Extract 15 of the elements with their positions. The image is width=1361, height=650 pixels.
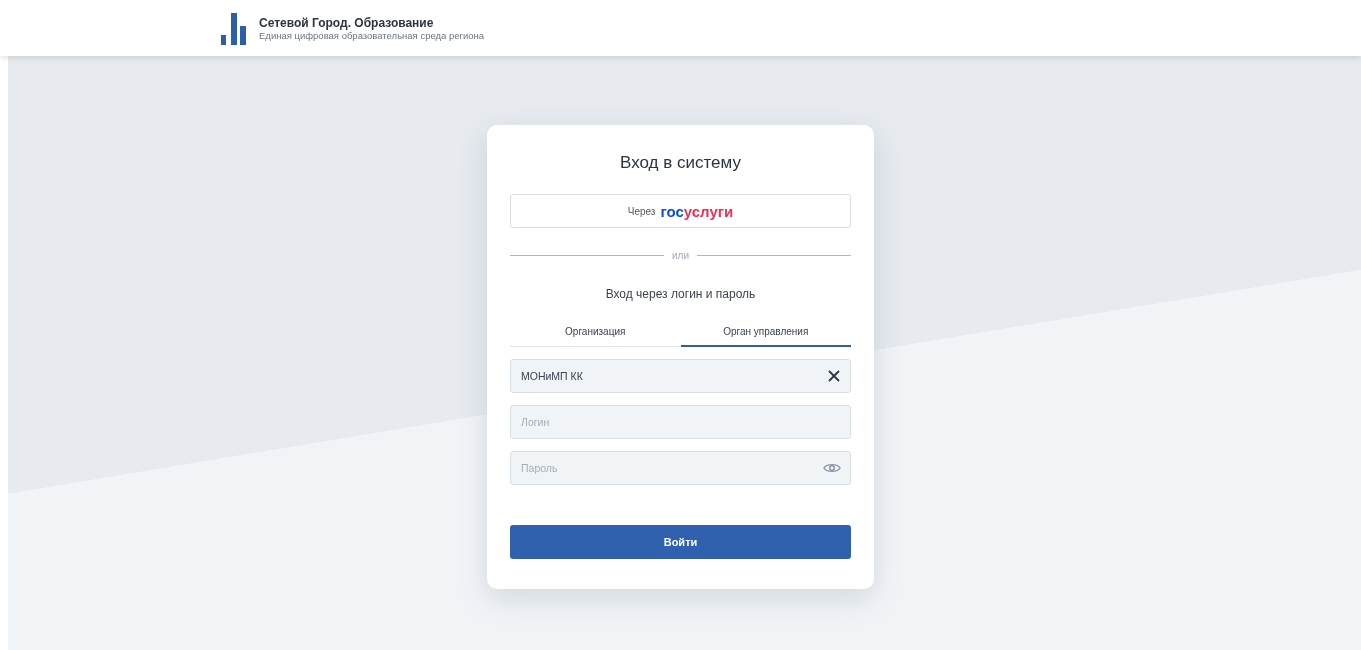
close-icon[interactable] bbox=[828, 370, 840, 382]
password-field[interactable]: Пароль bbox=[510, 451, 851, 485]
or-label: или bbox=[672, 250, 689, 261]
organization-field[interactable]: МОНиМП КК bbox=[510, 359, 851, 393]
login-subtitle: Вход через логин и пароль bbox=[605, 287, 756, 301]
tab[interactable]: Орган управления bbox=[680, 317, 851, 347]
submit-button[interactable]: Войти bbox=[510, 525, 851, 559]
site-title: Сетевой Город. Образование bbox=[259, 15, 435, 30]
eye-icon[interactable] bbox=[823, 462, 841, 474]
login-field[interactable]: Логин bbox=[510, 405, 851, 439]
gosuslugi-button[interactable]: Через госуслуги bbox=[510, 194, 851, 228]
buildings-logo-icon bbox=[221, 13, 247, 45]
tab[interactable]: Организация bbox=[510, 317, 681, 347]
login-title: Вход в систему bbox=[620, 153, 741, 173]
site-subtitle: Единая цифровая образовательная среда региона bbox=[259, 29, 485, 41]
